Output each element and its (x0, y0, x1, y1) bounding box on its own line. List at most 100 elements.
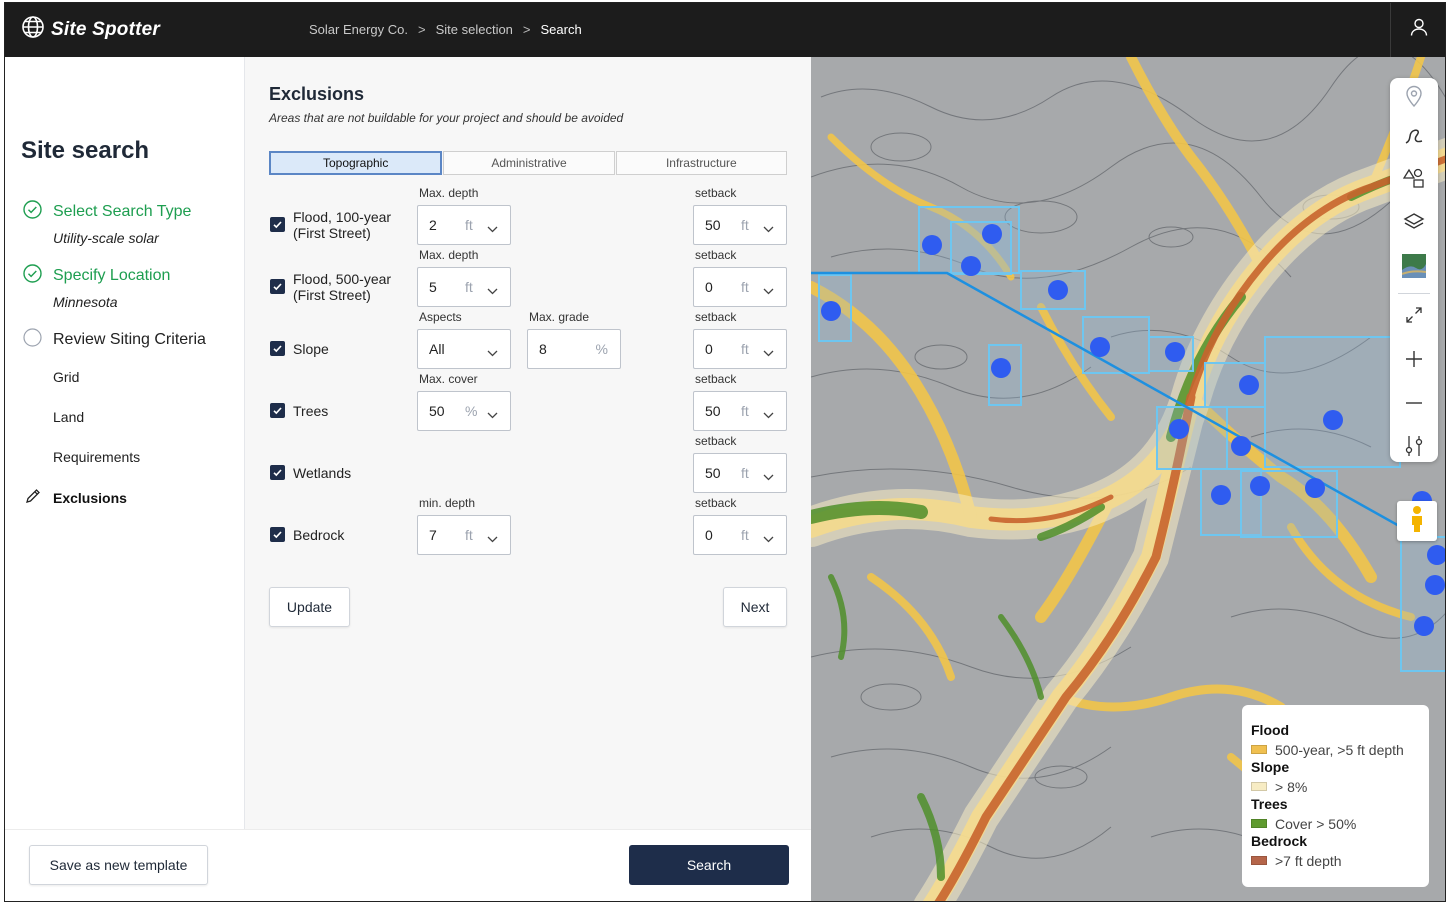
filter-settings-button[interactable] (1390, 428, 1438, 468)
select-unit: ft (741, 527, 749, 543)
step-sublabel: Utility-scale solar (53, 230, 159, 246)
legend-swatch (1251, 819, 1267, 828)
flood-500-setback-select[interactable]: 0 ft (693, 267, 787, 307)
legend-heading: Trees (1251, 796, 1288, 812)
select-value: 0 (705, 527, 713, 543)
zoom-out-icon (1405, 394, 1423, 417)
tab-administrative[interactable]: Administrative (443, 151, 615, 175)
street-view-pegman[interactable] (1397, 501, 1437, 541)
select-value: 0 (705, 279, 713, 295)
save-template-button[interactable]: Save as new template (29, 845, 208, 885)
update-button[interactable]: Update (269, 587, 350, 627)
fullscreen-button[interactable] (1390, 297, 1438, 337)
field-label: Max. cover (419, 372, 478, 386)
zoom-in-button[interactable] (1390, 341, 1438, 381)
substep-land[interactable]: Land (53, 409, 84, 425)
select-value: 7 (429, 527, 437, 543)
expand-icon (1405, 306, 1423, 329)
legend-heading: Flood (1251, 722, 1290, 738)
map-view[interactable]: Flood 500-year, >5 ft depth Slope > 8% T… (811, 57, 1446, 902)
select-value: 50 (705, 217, 721, 233)
substep-requirements[interactable]: Requirements (53, 449, 140, 465)
legend-swatch (1251, 856, 1267, 865)
bedrock-setback-select[interactable]: 0 ft (693, 515, 787, 555)
select-unit: ft (741, 217, 749, 233)
legend-label: >7 ft depth (1275, 852, 1342, 869)
top-bar: Site Spotter Solar Energy Co. > Site sel… (4, 2, 1446, 57)
slope-setback-select[interactable]: 0 ft (693, 329, 787, 369)
layers-tool[interactable] (1390, 204, 1438, 244)
brand[interactable]: Site Spotter (21, 15, 309, 44)
substep-grid[interactable]: Grid (53, 369, 79, 385)
exclusion-label: Wetlands (293, 465, 352, 481)
breadcrumb: Solar Energy Co. > Site selection > Sear… (309, 22, 582, 37)
legend-label: Cover > 50% (1275, 815, 1357, 832)
brand-name: Site Spotter (51, 18, 161, 40)
select-unit: % (465, 403, 478, 419)
exclusion-tabs: Topographic Administrative Infrastructur… (269, 151, 787, 175)
select-unit: ft (741, 465, 749, 481)
wetlands-checkbox[interactable] (270, 465, 285, 480)
legend-label: > 8% (1275, 778, 1308, 795)
trees-max-cover-select[interactable]: 50 % (417, 391, 511, 431)
wetlands-setback-select[interactable]: 50 ft (693, 453, 787, 493)
input-value: 8 (539, 341, 547, 357)
draw-line-icon (1403, 126, 1425, 151)
exclusion-label: Slope (293, 341, 329, 357)
panel-description: Areas that are not buildable for your pr… (269, 111, 624, 125)
chevron-down-icon (763, 344, 774, 362)
trees-checkbox[interactable] (270, 403, 285, 418)
slope-checkbox[interactable] (270, 341, 285, 356)
step-specify-location[interactable]: Specify Location Minnesota (23, 264, 170, 310)
search-button[interactable]: Search (629, 845, 789, 885)
field-label: setback (695, 310, 737, 324)
shapes-tool[interactable] (1390, 160, 1438, 200)
tab-topographic[interactable]: Topographic (269, 151, 443, 175)
flood-100-setback-select[interactable]: 50 ft (693, 205, 787, 245)
select-value: 2 (429, 217, 437, 233)
user-icon (1409, 17, 1429, 42)
breadcrumb-separator: > (522, 22, 531, 37)
chevron-down-icon (763, 282, 774, 300)
map-pin-tool[interactable] (1390, 78, 1438, 118)
next-button[interactable]: Next (723, 587, 787, 627)
flood-100-checkbox[interactable] (270, 217, 285, 232)
select-unit: ft (741, 279, 749, 295)
exclusion-row-flood-500: Flood, 500-year (First Street) Max. dept… (269, 248, 789, 307)
slope-max-grade-input[interactable]: 8 % (527, 329, 621, 369)
flood-500-checkbox[interactable] (270, 279, 285, 294)
breadcrumb-item[interactable]: Solar Energy Co. (309, 22, 408, 37)
step-label: Select Search Type (53, 203, 192, 220)
bedrock-min-depth-select[interactable]: 7 ft (417, 515, 511, 555)
legend-item: 500-year, >5 ft depth (1251, 740, 1429, 759)
breadcrumb-separator: > (418, 22, 426, 37)
step-review-siting-criteria[interactable]: Review Siting Criteria (23, 328, 206, 352)
flood-500-depth-select[interactable]: 5 ft (417, 267, 511, 307)
select-unit: ft (741, 341, 749, 357)
select-unit: ft (465, 217, 473, 233)
trees-setback-select[interactable]: 50 ft (693, 391, 787, 431)
terrain-basemap-button[interactable] (1390, 248, 1438, 288)
user-account-button[interactable] (1390, 2, 1446, 57)
legend-heading: Slope (1251, 759, 1290, 775)
step-label: Review Siting Criteria (53, 331, 206, 348)
bedrock-checkbox[interactable] (270, 527, 285, 542)
substep-exclusions[interactable]: Exclusions (25, 488, 127, 507)
check-circle-icon (23, 200, 42, 224)
draw-line-tool[interactable] (1390, 118, 1438, 158)
flood-100-depth-select[interactable]: 2 ft (417, 205, 511, 245)
zoom-out-button[interactable] (1390, 385, 1438, 425)
legend-label: 500-year, >5 ft depth (1275, 741, 1404, 758)
legend-swatch (1251, 782, 1267, 791)
select-value: 0 (705, 341, 713, 357)
sidebar-title: Site search (21, 137, 150, 164)
legend-item: >7 ft depth (1251, 851, 1429, 870)
footer-bar: Save as new template Search (4, 829, 811, 902)
tab-infrastructure[interactable]: Infrastructure (615, 151, 787, 175)
legend-item: > 8% (1251, 777, 1429, 796)
slope-aspects-select[interactable]: All (417, 329, 511, 369)
step-select-search-type[interactable]: Select Search Type Utility-scale solar (23, 200, 191, 246)
breadcrumb-item[interactable]: Site selection (436, 22, 513, 37)
globe-icon (21, 15, 45, 44)
pencil-icon (25, 488, 41, 507)
